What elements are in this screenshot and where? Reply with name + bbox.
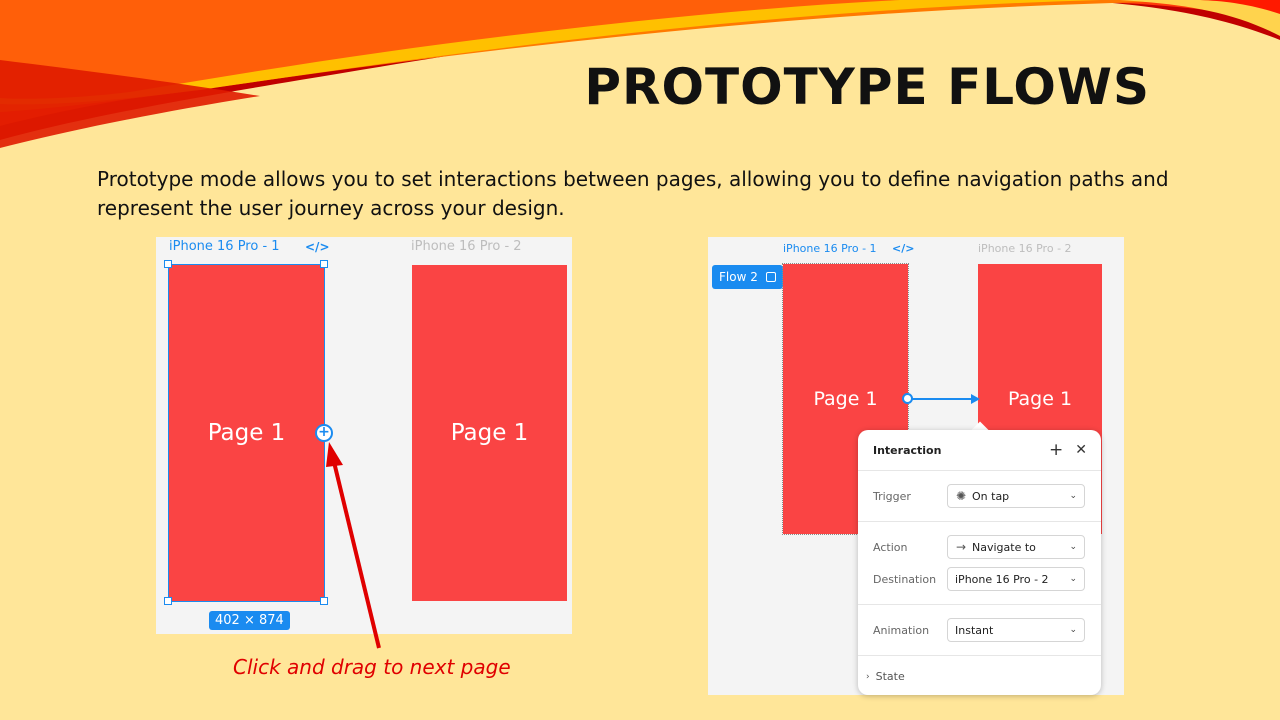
- connection-start-node[interactable]: [902, 393, 913, 404]
- tap-icon: ✺: [955, 489, 967, 503]
- frame-page-2[interactable]: Page 1: [412, 265, 567, 601]
- code-icon[interactable]: </>: [892, 242, 914, 255]
- page-2-text: Page 1: [450, 420, 529, 446]
- chevron-down-icon: ⌄: [1069, 574, 1077, 584]
- animation-label: Animation: [873, 623, 930, 637]
- chevron-down-icon: ⌄: [1069, 542, 1077, 552]
- size-badge: 402 × 874: [209, 611, 290, 630]
- trigger-select[interactable]: ✺ On tap ⌄: [947, 484, 1085, 508]
- frame-label-iphone-2[interactable]: iPhone 16 Pro - 2: [411, 239, 522, 254]
- state-label: State: [875, 670, 905, 683]
- chevron-down-icon: ⌄: [1069, 491, 1077, 501]
- resize-handle-bottom-left[interactable]: [164, 597, 172, 605]
- connection-arrowhead-icon: [971, 394, 980, 404]
- page-2-text: Page 1: [1007, 388, 1073, 410]
- connection-line[interactable]: [908, 398, 972, 400]
- animation-section: Animation Instant ⌄: [858, 605, 1101, 656]
- action-label: Action: [873, 540, 908, 554]
- interaction-panel-header: Interaction + ✕: [858, 430, 1101, 471]
- destination-label: Destination: [873, 572, 937, 586]
- resize-handle-top-right[interactable]: [320, 260, 328, 268]
- frame-label-iphone-1[interactable]: iPhone 16 Pro - 1: [783, 242, 877, 255]
- trigger-value: On tap: [972, 489, 1010, 503]
- add-interaction-icon[interactable]: +: [1049, 440, 1063, 460]
- add-connection-plus-icon[interactable]: +: [315, 424, 333, 442]
- action-select[interactable]: → Navigate to ⌄: [947, 535, 1085, 559]
- code-icon[interactable]: </>: [305, 240, 330, 254]
- resize-handle-top-left[interactable]: [164, 260, 172, 268]
- trigger-section: Trigger ✺ On tap ⌄: [858, 471, 1101, 522]
- flow-tag-label: Flow 2: [719, 270, 758, 284]
- frame-label-iphone-1[interactable]: iPhone 16 Pro - 1: [169, 239, 280, 254]
- interaction-panel-title: Interaction: [873, 443, 942, 457]
- slide-description: Prototype mode allows you to set interac…: [97, 167, 1169, 220]
- trigger-label: Trigger: [873, 489, 911, 503]
- animation-value: Instant: [955, 623, 994, 637]
- selection-outline: [168, 264, 325, 602]
- action-value: Navigate to: [972, 540, 1036, 554]
- flow-tag[interactable]: Flow 2: [712, 265, 783, 289]
- state-row[interactable]: › State: [858, 656, 1101, 683]
- chevron-down-icon: ⌄: [1069, 625, 1077, 635]
- arrow-right-icon: →: [955, 540, 967, 554]
- caption-click-and-drag: Click and drag to next page: [233, 655, 511, 679]
- action-section: Action → Navigate to ⌄ Destination iPhon…: [858, 522, 1101, 605]
- resize-handle-bottom-right[interactable]: [320, 597, 328, 605]
- chevron-right-icon: ›: [866, 671, 870, 682]
- close-icon[interactable]: ✕: [1075, 442, 1087, 458]
- frame-label-iphone-2[interactable]: iPhone 16 Pro - 2: [978, 242, 1072, 255]
- destination-select[interactable]: iPhone 16 Pro - 2 ⌄: [947, 567, 1085, 591]
- interaction-panel: Interaction + ✕ Trigger ✺ On tap ⌄ Actio…: [858, 430, 1101, 695]
- animation-select[interactable]: Instant ⌄: [947, 618, 1085, 642]
- flow-play-icon[interactable]: [765, 272, 776, 282]
- slide-title: PROTOTYPE FLOWS: [584, 58, 1150, 116]
- destination-value: iPhone 16 Pro - 2: [955, 572, 1049, 586]
